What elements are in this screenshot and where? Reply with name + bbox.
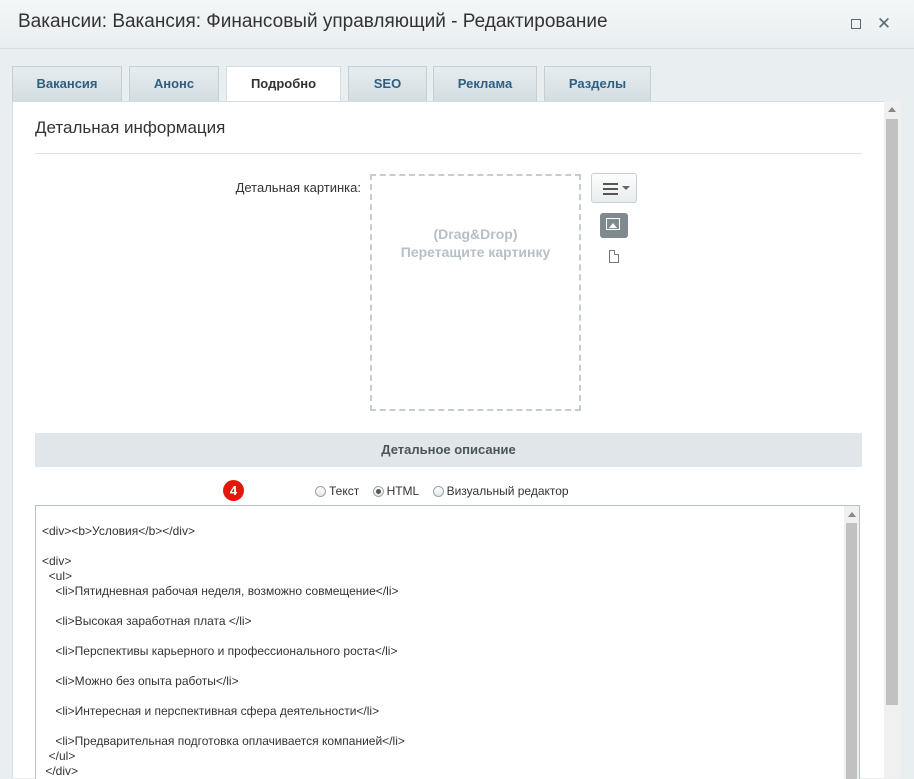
editor-scrollbar-thumb[interactable] [846, 523, 857, 779]
details-panel: Детальная информация Детальная картинка:… [12, 101, 901, 779]
mode-html-label: HTML [386, 484, 420, 498]
detail-image-label: Детальная картинка: [235, 180, 361, 195]
radio-icon [315, 486, 326, 497]
scroll-up-icon[interactable] [888, 107, 896, 112]
description-header: Детальное описание [35, 433, 862, 467]
tab-details[interactable]: Подробно [226, 66, 341, 103]
mode-text-label: Текст [329, 484, 360, 498]
section-title: Детальная информация [35, 118, 226, 137]
mode-text-radio[interactable]: Текст [315, 484, 359, 498]
close-icon[interactable]: ✕ [876, 15, 892, 32]
tab-advertising[interactable]: Реклама [433, 66, 537, 101]
window-titlebar: Вакансии: Вакансия: Финансовый управляющ… [0, 0, 914, 49]
image-icon [606, 218, 620, 230]
html-code[interactable]: <div><b>Условия</b></div> <div> <ul> <li… [42, 524, 405, 779]
image-dropzone[interactable]: (Drag&Drop) Перетащите картинку [370, 174, 581, 411]
mode-visual-radio[interactable]: Визуальный редактор [432, 484, 569, 498]
html-editor[interactable]: <div><b>Условия</b></div> <div> <ul> <li… [35, 505, 860, 779]
scroll-up-icon[interactable] [848, 512, 856, 517]
image-menu-button[interactable] [591, 173, 637, 203]
image-upload-button[interactable] [600, 213, 628, 238]
radio-icon [432, 486, 444, 497]
tab-vacancy[interactable]: Вакансия [12, 66, 122, 101]
file-icon[interactable] [609, 250, 619, 263]
chevron-down-icon [622, 186, 630, 190]
tab-sections[interactable]: Разделы [544, 66, 651, 101]
tab-announce[interactable]: Анонс [129, 66, 219, 101]
dropzone-hint: (Drag&Drop) [433, 226, 518, 242]
editor-scrollbar[interactable] [844, 506, 859, 779]
mode-html-radio[interactable]: HTML [372, 484, 420, 498]
editor-mode-switch: Текст HTML Визуальный редактор [315, 484, 579, 498]
maximize-icon[interactable] [848, 16, 864, 32]
step-badge: 4 [223, 480, 244, 501]
divider [35, 153, 862, 154]
window-title: Вакансии: Вакансия: Финансовый управляющ… [18, 11, 608, 32]
tab-seo[interactable]: SEO [348, 66, 427, 101]
dropzone-text: Перетащите картинку [400, 244, 551, 260]
page-scrollbar[interactable] [884, 101, 901, 778]
mode-visual-label: Визуальный редактор [446, 484, 569, 498]
radio-checked-icon [372, 486, 384, 497]
menu-icon [603, 183, 618, 198]
page-scrollbar-thumb[interactable] [886, 119, 898, 705]
